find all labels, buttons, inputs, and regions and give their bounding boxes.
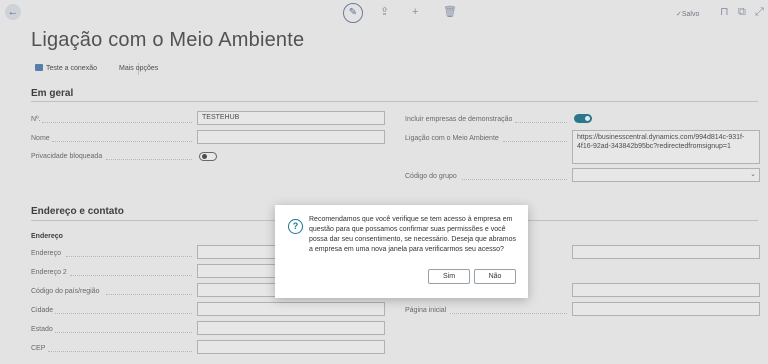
confirm-dialog: ? Recomendamos que você verifique se tem… [275, 205, 528, 298]
modal-overlay [0, 0, 768, 364]
yes-button[interactable]: Sim [428, 269, 470, 284]
dialog-message: Recomendamos que você verifique se tem a… [309, 216, 517, 253]
no-button[interactable]: Não [474, 269, 516, 284]
page: ← ✎ ⇪ + 🗑 ✓Salvo ⊓ ⧉ ⤢ Ligação com o Mei… [0, 0, 768, 364]
question-icon: ? [288, 219, 303, 234]
